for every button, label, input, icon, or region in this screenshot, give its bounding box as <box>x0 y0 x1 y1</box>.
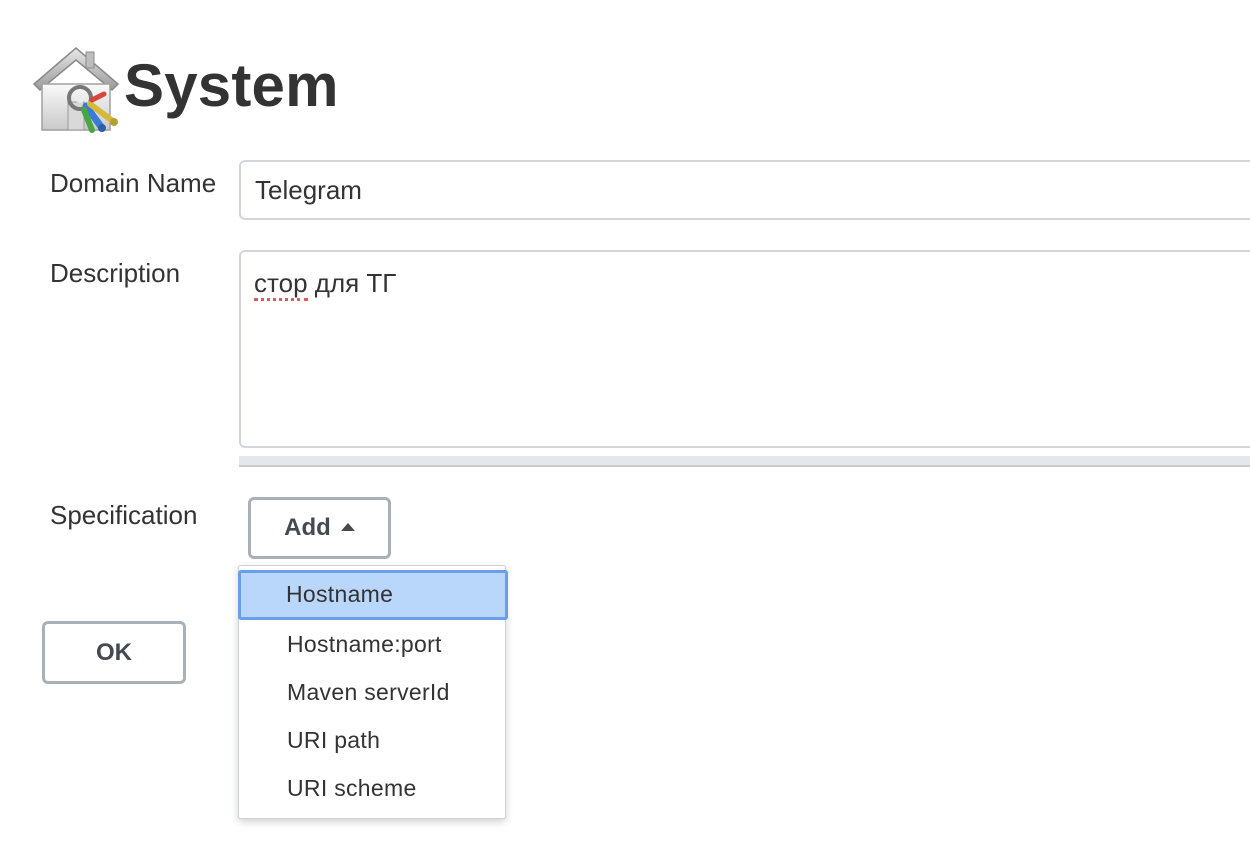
add-button-label: Add <box>284 514 331 541</box>
house-keys-icon <box>32 47 120 133</box>
domain-name-input[interactable] <box>239 160 1250 220</box>
page-title: System <box>124 52 339 119</box>
misspelled-word: стор <box>254 268 308 301</box>
add-button[interactable]: Add <box>248 497 391 559</box>
ok-button[interactable]: OK <box>42 621 186 684</box>
description-label: Description <box>50 258 181 288</box>
dropdown-item-uri-scheme[interactable]: URI scheme <box>239 764 507 812</box>
add-dropdown-menu: Hostname Hostname:port Maven serverId UR… <box>238 565 508 819</box>
domain-name-label: Domain Name <box>50 168 217 198</box>
description-value: стор для ТГ <box>254 266 397 301</box>
specification-label: Specification <box>50 500 198 530</box>
caret-up-icon <box>340 523 355 531</box>
textarea-resize-handle[interactable] <box>239 456 1250 467</box>
dropdown-item-hostname-port[interactable]: Hostname:port <box>239 620 507 668</box>
dropdown-item-maven-serverid[interactable]: Maven serverId <box>239 668 507 716</box>
page: System Domain Name Description стор для … <box>0 0 1250 846</box>
description-value-rest: для ТГ <box>307 268 397 298</box>
dropdown-item-uri-path[interactable]: URI path <box>239 716 507 764</box>
dropdown-item-hostname[interactable]: Hostname <box>238 570 508 620</box>
